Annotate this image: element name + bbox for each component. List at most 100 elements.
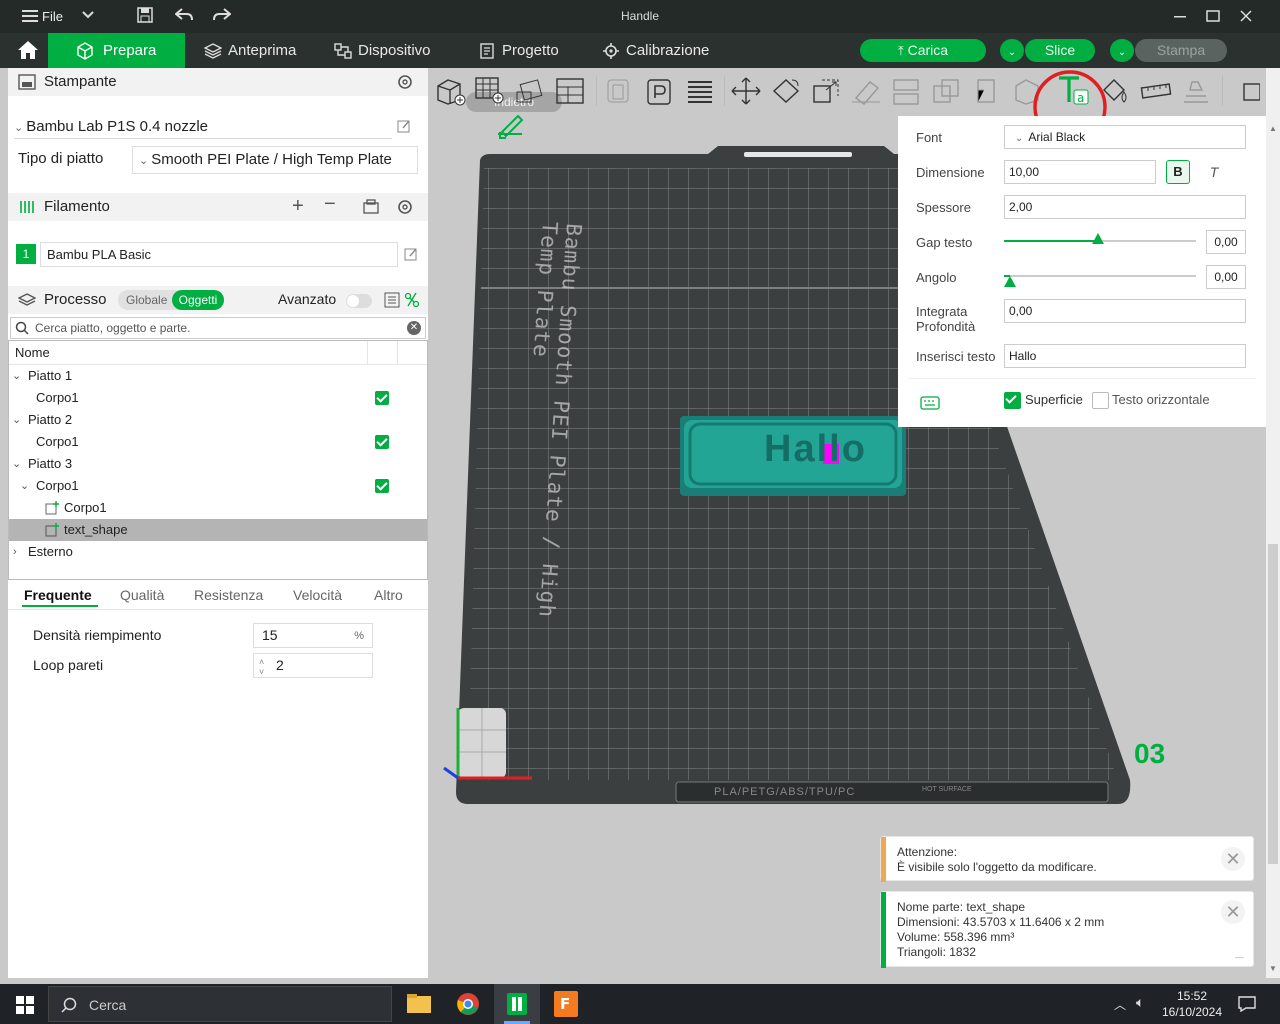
tree-row-plate-3[interactable]: ⌄ Piatto 3 (9, 453, 427, 475)
horizontal-text-checkbox[interactable] (1092, 392, 1109, 409)
italic-button[interactable]: T (1202, 160, 1226, 184)
tab-frequente[interactable]: Frequente (24, 587, 92, 603)
fusion-360-icon[interactable]: F (554, 991, 578, 1017)
taskbar-clock[interactable]: 15:52 16/10/2024 (1156, 988, 1228, 1020)
process-scope-toggle[interactable]: Globale Oggetti (118, 290, 224, 310)
infill-input[interactable]: 15 % (253, 623, 373, 648)
tree-row-object[interactable]: Corpo1 (9, 431, 427, 453)
printer-select[interactable]: ⌄ Bambu Lab P1S 0.4 nozzle (14, 114, 392, 139)
object-search-box[interactable]: Cerca piatto, oggetto e parte. ✕ (10, 317, 426, 339)
walls-stepper[interactable]: ˄ ˅ 2 (253, 653, 373, 678)
tree-row-object[interactable]: ⌄ Corpo1 (9, 475, 427, 497)
tab-resistenza[interactable]: Resistenza (194, 587, 263, 603)
surface-checkbox[interactable] (1004, 392, 1021, 409)
tree-row-plate-2[interactable]: ⌄ Piatto 2 (9, 409, 427, 431)
filament-settings-gear-icon[interactable] (396, 198, 414, 216)
close-notice-icon[interactable]: ✕ (1221, 900, 1245, 924)
visible-checkbox[interactable] (375, 435, 389, 449)
toggle-globale[interactable]: Globale (126, 293, 167, 307)
notification-center-icon[interactable] (1238, 996, 1256, 1012)
object-settings-icon[interactable] (404, 292, 420, 308)
advanced-switch[interactable] (346, 294, 372, 308)
slice-button[interactable]: Slice (1025, 39, 1095, 62)
close-window-icon[interactable] (1240, 10, 1252, 22)
stampa-dropdown[interactable]: ⌄ (1110, 39, 1134, 62)
angle-slider[interactable] (1003, 275, 1196, 287)
split-objects-icon[interactable] (604, 76, 636, 106)
split-parts-icon[interactable] (644, 76, 676, 106)
tab-anteprima[interactable]: Anteprima (198, 33, 318, 68)
tab-prepara[interactable]: Prepara (48, 33, 185, 68)
assembly-icon[interactable] (1180, 76, 1212, 106)
measure-icon[interactable] (1140, 76, 1172, 106)
scroll-down-icon[interactable]: ▼ (1269, 964, 1277, 973)
minimize-icon[interactable] (1174, 16, 1186, 18)
embed-depth-input[interactable]: 0,00 (1004, 299, 1246, 323)
sync-filament-icon[interactable] (363, 199, 381, 215)
scroll-up-icon[interactable]: ▲ (1269, 124, 1277, 133)
font-select[interactable]: ⌄ Arial Black (1004, 125, 1246, 149)
chrome-icon[interactable] (456, 992, 480, 1016)
list-view-icon[interactable] (384, 292, 400, 308)
scale-icon[interactable] (810, 76, 842, 106)
rotate-icon[interactable] (770, 76, 802, 106)
volume-icon[interactable]: 🔈︎ (1136, 994, 1144, 1011)
printer-settings-gear-icon[interactable] (396, 73, 414, 91)
gap-input[interactable]: 0,00 (1206, 230, 1246, 254)
bambu-studio-taskbar-button[interactable] (494, 984, 540, 1024)
arrange-icon[interactable] (554, 76, 586, 106)
toggle-oggetti[interactable]: Oggetti (172, 290, 224, 310)
clear-search-icon[interactable]: ✕ (407, 321, 421, 335)
tree-row-external[interactable]: › Esterno (9, 541, 427, 563)
visible-checkbox[interactable] (375, 479, 389, 493)
move-icon[interactable] (730, 76, 762, 106)
viewport-scrollbar[interactable]: ▲ ▼ (1266, 68, 1280, 978)
maximize-icon[interactable] (1206, 10, 1220, 22)
boolean-icon[interactable] (930, 76, 962, 106)
keyboard-icon[interactable] (920, 396, 940, 410)
cut-icon[interactable] (890, 76, 922, 106)
visible-checkbox[interactable] (375, 391, 389, 405)
taskbar-search[interactable]: Cerca (48, 986, 392, 1022)
scrollbar-thumb[interactable] (1268, 544, 1278, 864)
filament-slot-badge[interactable]: 1 (16, 244, 36, 264)
tab-dispositivo[interactable]: Dispositivo (328, 33, 458, 68)
windows-start-icon[interactable] (16, 996, 34, 1014)
gap-slider-thumb[interactable] (1092, 233, 1105, 244)
close-notice-icon[interactable]: ✕ (1221, 847, 1245, 871)
slice-dropdown[interactable]: ⌄ (1000, 39, 1024, 62)
remove-filament-icon[interactable]: − (324, 193, 336, 216)
auto-orient-icon[interactable] (514, 76, 546, 106)
add-object-icon[interactable] (434, 76, 466, 106)
tree-row-text-shape[interactable]: text_shape (9, 519, 427, 541)
add-plate-icon[interactable] (474, 76, 506, 106)
file-explorer-icon[interactable] (406, 992, 432, 1014)
bold-button[interactable]: B (1166, 160, 1190, 184)
tree-row-object[interactable]: Corpo1 (9, 387, 427, 409)
add-filament-icon[interactable]: + (292, 195, 304, 218)
stampa-button[interactable]: Stampa (1135, 39, 1227, 62)
size-input[interactable]: 10,00 (1004, 160, 1156, 184)
show-hidden-icons[interactable]: ︿ (1114, 996, 1126, 1013)
edit-printer-icon[interactable] (397, 119, 411, 133)
gap-slider[interactable] (1004, 233, 1196, 244)
plate-type-select[interactable]: ⌄ Smooth PEI Plate / High Temp Plate (132, 146, 418, 174)
angle-input[interactable]: 0,00 (1206, 265, 1246, 289)
thickness-input[interactable]: 2,00 (1004, 195, 1246, 219)
collapse-notice-icon[interactable]: — (1235, 950, 1244, 965)
stepper-down-icon[interactable]: ˅ (259, 661, 264, 684)
layer-editing-icon[interactable] (684, 76, 716, 106)
tab-qualita[interactable]: Qualità (120, 587, 164, 603)
view-options-icon[interactable] (1230, 78, 1260, 106)
tab-progetto[interactable]: Progetto (472, 33, 582, 68)
tab-altro[interactable]: Altro (374, 587, 403, 603)
tree-row-part[interactable]: Corpo1 (9, 497, 427, 519)
support-painting-icon[interactable] (970, 76, 1002, 106)
tab-velocita[interactable]: Velocità (293, 587, 342, 603)
lay-on-face-icon[interactable] (850, 76, 882, 106)
filament-select[interactable]: Bambu PLA Basic (40, 242, 398, 267)
home-icon[interactable] (17, 40, 39, 60)
edit-filament-icon[interactable] (404, 247, 418, 261)
tree-row-plate-1[interactable]: ⌄ Piatto 1 (9, 365, 427, 387)
angle-slider-thumb[interactable] (1003, 276, 1016, 287)
